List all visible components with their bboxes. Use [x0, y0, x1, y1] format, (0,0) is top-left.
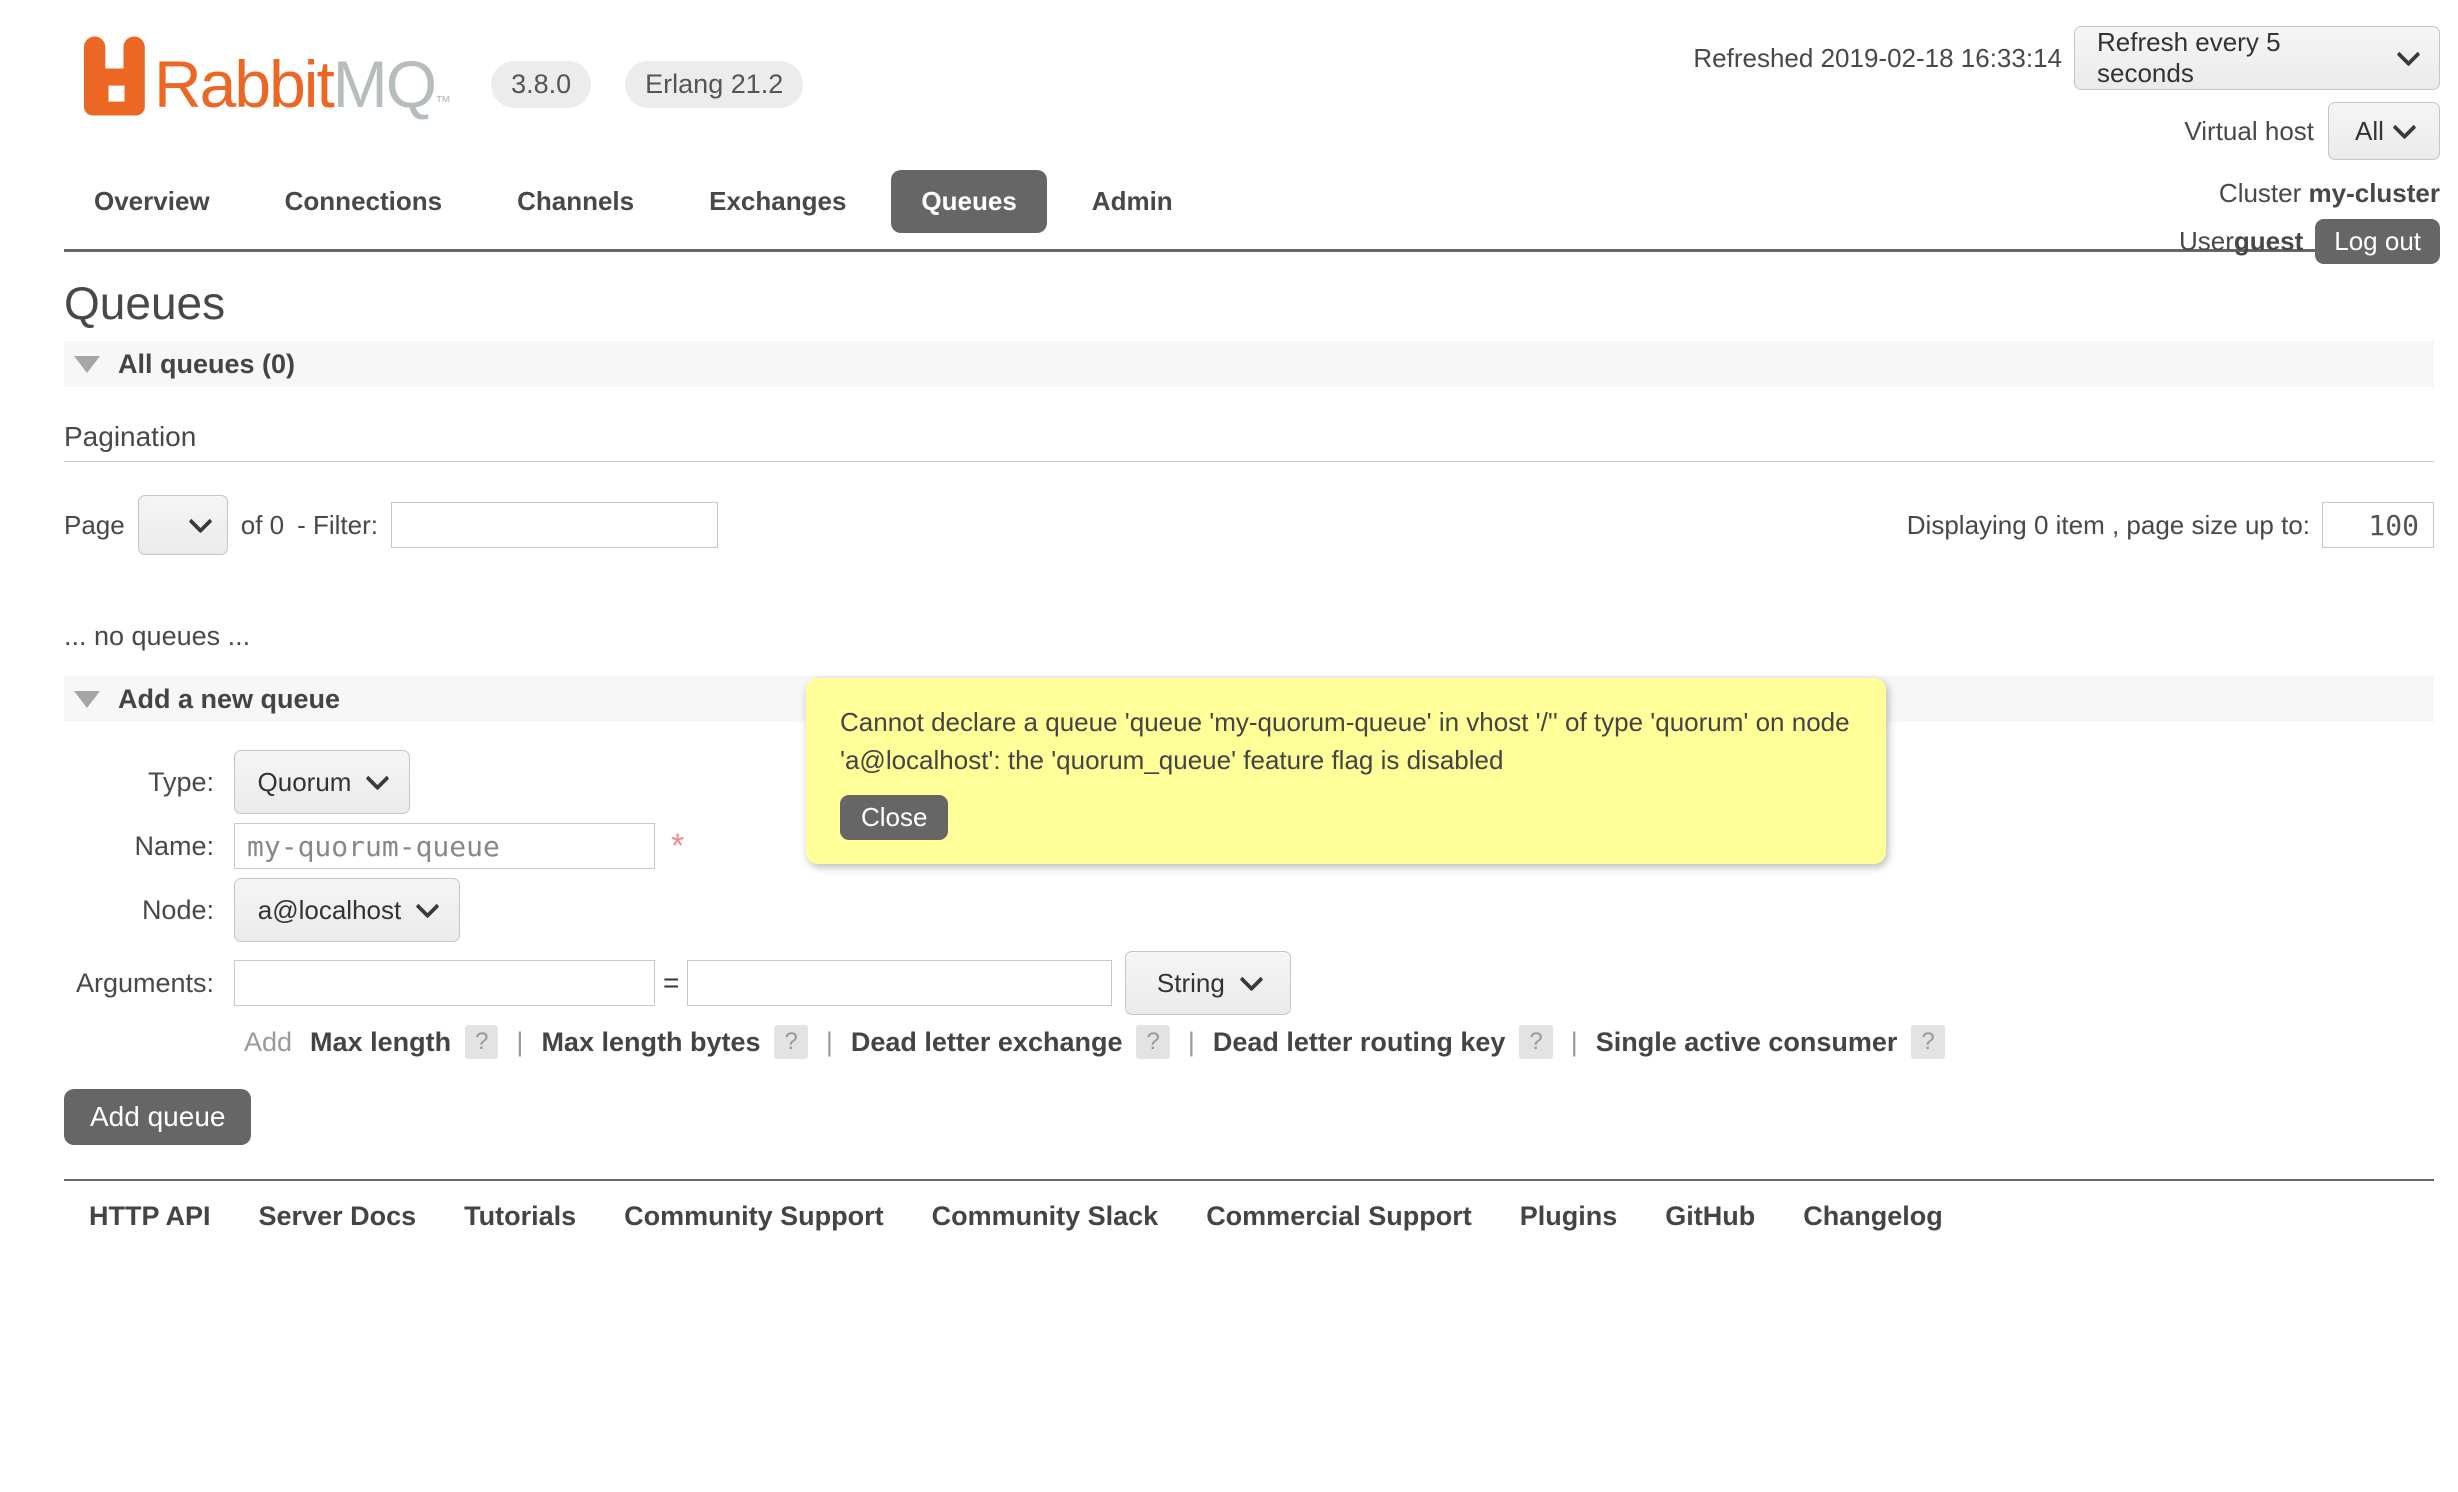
refresh-interval-select[interactable]: Refresh every 5 seconds: [2074, 26, 2440, 90]
vhost-select[interactable]: All: [2328, 102, 2440, 160]
help-icon[interactable]: ?: [1911, 1025, 1944, 1059]
shortcut-max-length: Max length ?: [310, 1025, 498, 1059]
argument-key-input[interactable]: [234, 960, 655, 1006]
page-size-input[interactable]: [2322, 502, 2434, 548]
chevron-down-icon: [366, 766, 390, 790]
help-icon[interactable]: ?: [774, 1025, 807, 1059]
arguments-label: Arguments:: [64, 968, 214, 999]
footer-link-server-docs[interactable]: Server Docs: [259, 1201, 417, 1232]
filter-input[interactable]: [391, 502, 718, 548]
footer-link-community-support[interactable]: Community Support: [624, 1201, 883, 1232]
rabbitmq-management-page: RabbitMQ™ 3.8.0 Erlang 21.2 Refreshed 20…: [0, 0, 2458, 1492]
filter-label: - Filter:: [297, 510, 378, 541]
cluster-info: Cluster my-cluster: [2219, 178, 2440, 209]
argument-shortcuts: Add Max length ? | Max length bytes ? | …: [244, 1025, 2434, 1059]
chevron-down-icon: [188, 509, 212, 533]
erlang-version-badge: Erlang 21.2: [625, 61, 803, 108]
single-active-consumer-link[interactable]: Single active consumer: [1596, 1027, 1898, 1058]
max-length-bytes-link[interactable]: Max length bytes: [541, 1027, 760, 1058]
user-name: guest: [2234, 226, 2303, 257]
help-icon[interactable]: ?: [1519, 1025, 1552, 1059]
logout-button[interactable]: Log out: [2315, 219, 2440, 264]
refreshed-timestamp: Refreshed 2019-02-18 16:33:14: [1693, 43, 2062, 74]
argument-type-select[interactable]: String: [1125, 951, 1291, 1015]
separator: |: [826, 1027, 833, 1058]
separator: |: [1571, 1027, 1578, 1058]
version-badge: 3.8.0: [491, 61, 591, 108]
equals-sign: =: [663, 967, 679, 999]
chevron-down-icon: [416, 894, 440, 918]
pagination-controls: Page of 0 - Filter: Displaying 0 item , …: [64, 495, 2434, 555]
collapse-triangle-icon: [74, 356, 100, 373]
shortcut-max-length-bytes: Max length bytes ?: [541, 1025, 807, 1059]
main-content: Queues All queues (0) Pagination Page of…: [64, 276, 2434, 1145]
add-label: Add: [244, 1027, 292, 1058]
tab-overview[interactable]: Overview: [64, 170, 240, 233]
chevron-down-icon: [1239, 967, 1263, 991]
page-label: Page: [64, 510, 125, 541]
empty-queues-message: ... no queues ...: [64, 621, 2434, 652]
header: RabbitMQ™ 3.8.0 Erlang 21.2 Refreshed 20…: [0, 0, 2458, 170]
close-button[interactable]: Close: [840, 795, 948, 840]
footer: HTTP API Server Docs Tutorials Community…: [64, 1179, 2434, 1232]
required-marker: *: [671, 827, 684, 866]
tab-channels[interactable]: Channels: [487, 170, 664, 233]
node-select[interactable]: a@localhost: [234, 878, 460, 942]
help-icon[interactable]: ?: [465, 1025, 498, 1059]
dead-letter-routing-key-link[interactable]: Dead letter routing key: [1213, 1027, 1506, 1058]
shortcut-dead-letter-routing-key: Dead letter routing key ?: [1213, 1025, 1553, 1059]
error-message: Cannot declare a queue 'queue 'my-quorum…: [840, 704, 1852, 779]
displaying-label: Displaying 0 item , page size up to:: [1907, 510, 2310, 541]
node-label: Node:: [64, 895, 214, 926]
dead-letter-exchange-link[interactable]: Dead letter exchange: [851, 1027, 1123, 1058]
rabbitmq-wordmark: RabbitMQ™: [154, 53, 449, 116]
vhost-label: Virtual host: [2184, 116, 2314, 147]
version-badges: 3.8.0 Erlang 21.2: [491, 61, 803, 108]
chevron-down-icon: [2396, 42, 2420, 66]
queue-name-input[interactable]: [234, 823, 655, 869]
tab-admin[interactable]: Admin: [1062, 170, 1203, 233]
max-length-link[interactable]: Max length: [310, 1027, 451, 1058]
help-icon[interactable]: ?: [1136, 1025, 1169, 1059]
cluster-name: my-cluster: [2309, 178, 2441, 208]
page-of-label: of 0: [241, 510, 284, 541]
all-queues-section-header[interactable]: All queues (0): [64, 341, 2434, 387]
user-info: User guest Log out: [2179, 219, 2440, 264]
name-label: Name:: [64, 831, 214, 862]
separator: |: [516, 1027, 523, 1058]
add-queue-button[interactable]: Add queue: [64, 1089, 251, 1145]
tab-exchanges[interactable]: Exchanges: [679, 170, 876, 233]
footer-link-github[interactable]: GitHub: [1665, 1201, 1755, 1232]
footer-link-plugins[interactable]: Plugins: [1520, 1201, 1618, 1232]
queue-type-select[interactable]: Quorum: [234, 750, 410, 814]
tab-connections[interactable]: Connections: [255, 170, 472, 233]
chevron-down-icon: [2392, 115, 2416, 139]
footer-link-http-api[interactable]: HTTP API: [89, 1201, 211, 1232]
tab-queues[interactable]: Queues: [891, 170, 1046, 233]
rabbitmq-logo[interactable]: RabbitMQ™ 3.8.0 Erlang 21.2: [84, 36, 803, 116]
error-popup: Cannot declare a queue 'queue 'my-quorum…: [806, 678, 1886, 864]
footer-link-tutorials[interactable]: Tutorials: [464, 1201, 576, 1232]
collapse-triangle-icon: [74, 691, 100, 708]
page-number-select[interactable]: [138, 495, 228, 555]
rabbitmq-logo-icon: [84, 36, 148, 116]
shortcut-dead-letter-exchange: Dead letter exchange ?: [851, 1025, 1170, 1059]
footer-link-community-slack[interactable]: Community Slack: [932, 1201, 1159, 1232]
shortcut-single-active-consumer: Single active consumer ?: [1596, 1025, 1945, 1059]
page-title: Queues: [64, 276, 2434, 331]
type-label: Type:: [64, 767, 214, 798]
node-row: Node: a@localhost: [64, 878, 2434, 942]
footer-link-commercial-support[interactable]: Commercial Support: [1206, 1201, 1472, 1232]
footer-link-changelog[interactable]: Changelog: [1803, 1201, 1943, 1232]
arguments-row: Arguments: = String: [64, 951, 2434, 1015]
separator: |: [1188, 1027, 1195, 1058]
pagination-heading: Pagination: [64, 421, 2434, 462]
header-right: Refreshed 2019-02-18 16:33:14 Refresh ev…: [1693, 26, 2440, 264]
argument-value-input[interactable]: [687, 960, 1112, 1006]
